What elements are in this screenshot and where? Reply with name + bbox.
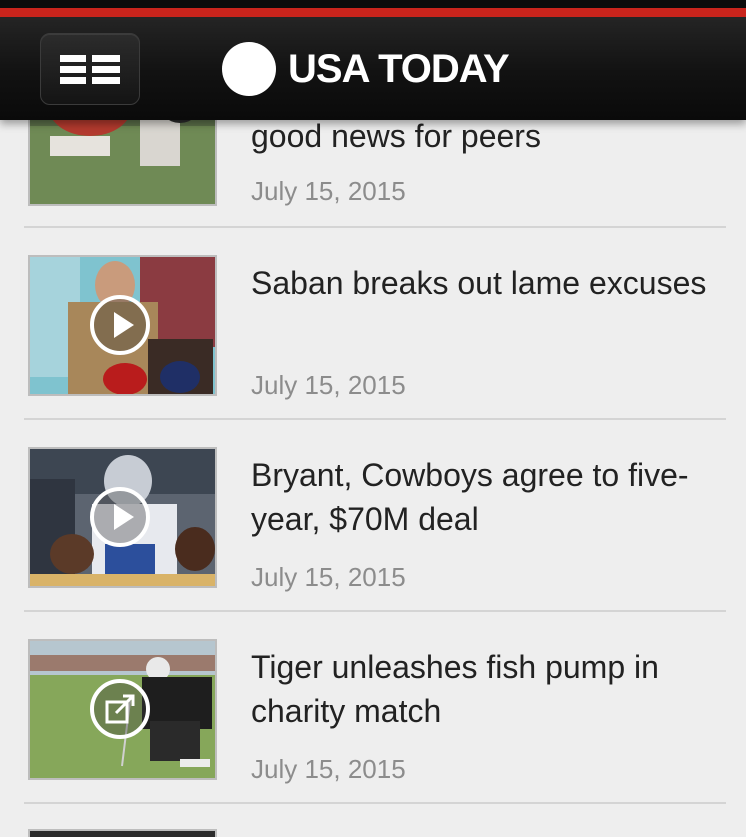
article-thumbnail[interactable] [28,447,217,588]
article-item[interactable]: Saban breaks out lame excuses July 15, 2… [0,228,746,420]
usa-today-logo[interactable]: USA TODAY [222,42,510,96]
article-headline[interactable]: Tiger unleashes fish pump in charity mat… [251,645,721,733]
article-headline[interactable]: Saban breaks out lame excuses [251,261,721,305]
play-icon[interactable] [90,295,150,355]
logo-text: USA TODAY [288,46,510,91]
article-date: July 15, 2015 [251,370,406,400]
article-headline[interactable]: good news for peers [251,114,721,158]
app-header: USA TODAY [0,0,746,120]
article-thumbnail[interactable] [28,829,217,837]
article-item[interactable]: Bryant, Cowboys agree to five-year, $70M… [0,420,746,612]
menu-icon [60,55,120,85]
article-thumbnail[interactable] [28,255,217,396]
divider [24,802,726,804]
header-accent-line [0,8,746,17]
article-headline[interactable]: Bryant, Cowboys agree to five-year, $70M… [251,453,721,541]
app-screen: good news for peers July 15, 2015 Saban … [0,0,746,837]
logo-circle-icon [222,42,276,96]
header-top-strip [0,0,746,8]
article-date: July 15, 2015 [251,562,406,592]
article-date: July 15, 2015 [251,754,406,784]
article-date: July 15, 2015 [251,176,406,206]
article-item[interactable]: Tiger unleashes fish pump in charity mat… [0,612,746,804]
play-icon[interactable] [90,487,150,547]
external-link-icon[interactable] [90,679,150,739]
article-thumbnail[interactable] [28,639,217,780]
menu-button[interactable] [40,33,140,105]
